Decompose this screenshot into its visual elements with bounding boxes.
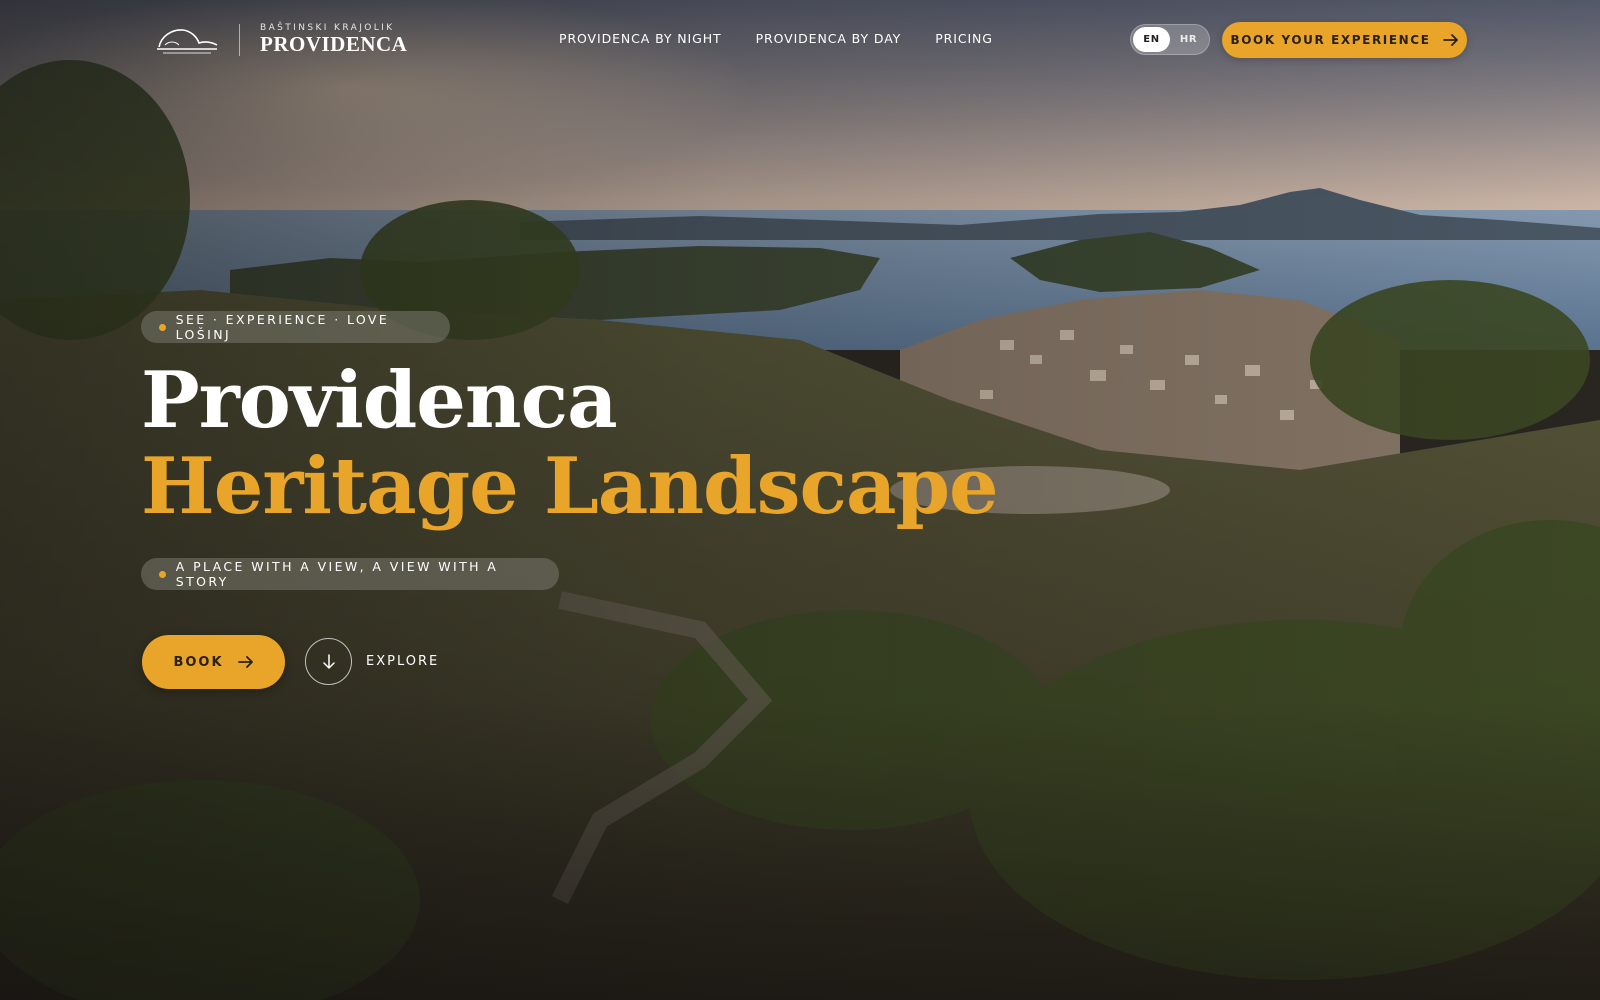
language-toggle: EN HR bbox=[1130, 24, 1210, 55]
logo-divider bbox=[239, 24, 240, 56]
hero-book-button[interactable]: BOOK bbox=[142, 635, 285, 689]
hero-title: Providenca Heritage Landscape bbox=[141, 355, 999, 532]
hero-book-label: BOOK bbox=[173, 654, 224, 670]
book-your-experience-button[interactable]: BOOK YOUR EXPERIENCE bbox=[1222, 22, 1467, 58]
book-your-experience-label: BOOK YOUR EXPERIENCE bbox=[1230, 33, 1431, 47]
brand-logo[interactable]: BAŠTINSKI KRAJOLIK PROVIDENCA bbox=[155, 23, 407, 57]
logo-mark-icon bbox=[157, 29, 218, 54]
main-nav: PROVIDENCA BY NIGHT PROVIDENCA BY DAY PR… bbox=[559, 31, 993, 46]
hero-tagline-pill: A PLACE WITH A VIEW, A VIEW WITH A STORY bbox=[141, 558, 559, 590]
hero-title-line1: Providenca bbox=[141, 355, 618, 446]
logo-wordmark: BAŠTINSKI KRAJOLIK PROVIDENCA bbox=[260, 23, 407, 56]
arrow-right-icon bbox=[237, 656, 253, 668]
hero-tagline-text: A PLACE WITH A VIEW, A VIEW WITH A STORY bbox=[175, 559, 499, 589]
nav-providenca-by-day[interactable]: PROVIDENCA BY DAY bbox=[756, 31, 902, 46]
explore-circle bbox=[305, 638, 352, 685]
nav-pricing[interactable]: PRICING bbox=[935, 31, 993, 46]
brand-name: PROVIDENCA bbox=[260, 32, 408, 57]
hero-explore-button[interactable]: EXPLORE bbox=[305, 638, 439, 685]
arrow-down-icon bbox=[322, 653, 335, 669]
hero-eyebrow-text: SEE · EXPERIENCE · LOVE LOŠINJ bbox=[175, 312, 390, 342]
hero-title-line2: Heritage Landscape bbox=[141, 441, 999, 532]
hero-eyebrow-pill: SEE · EXPERIENCE · LOVE LOŠINJ bbox=[141, 311, 450, 343]
hero-explore-label: EXPLORE bbox=[366, 654, 440, 669]
lang-option-en[interactable]: EN bbox=[1133, 27, 1170, 52]
lang-option-hr[interactable]: HR bbox=[1170, 27, 1207, 52]
bullet-dot-icon bbox=[159, 570, 166, 578]
bullet-dot-icon bbox=[159, 323, 166, 331]
nav-providenca-by-night[interactable]: PROVIDENCA BY NIGHT bbox=[559, 31, 722, 46]
arrow-right-icon bbox=[1442, 34, 1458, 46]
site-header: BAŠTINSKI KRAJOLIK PROVIDENCA PROVIDENCA… bbox=[0, 0, 1600, 80]
